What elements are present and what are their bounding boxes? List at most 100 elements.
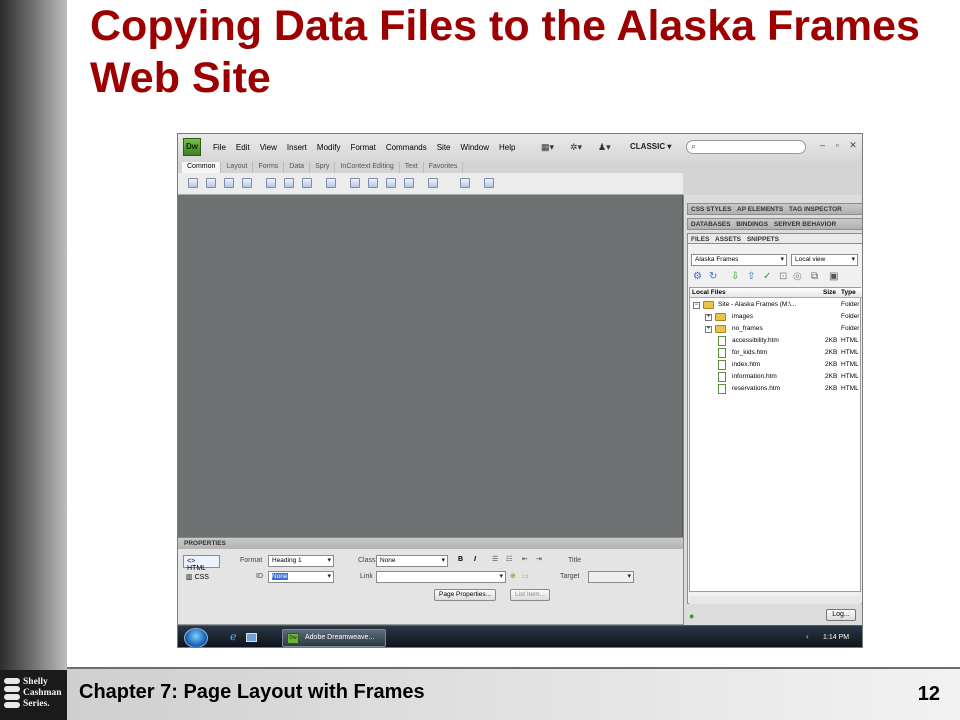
- expand-panel-icon[interactable]: ⧉: [811, 272, 818, 282]
- put-files-icon[interactable]: ⇧: [747, 272, 755, 282]
- workspace-switcher[interactable]: CLASSIC ▾: [630, 142, 671, 151]
- insert-div-icon[interactable]: [284, 178, 294, 188]
- hyperlink-icon[interactable]: [188, 178, 198, 188]
- menu-help[interactable]: Help: [494, 143, 520, 152]
- table-icon[interactable]: [266, 178, 276, 188]
- site-select[interactable]: Alaska Frames ▾: [691, 254, 787, 266]
- file-row-for-kids[interactable]: for_kids.htm 2KB HTML: [690, 347, 862, 359]
- files-horizontal-scrollbar[interactable]: [689, 596, 861, 604]
- file-row-images[interactable]: + images Folder: [690, 311, 862, 323]
- tab-layout[interactable]: Layout: [221, 162, 254, 173]
- email-link-icon[interactable]: [206, 178, 216, 188]
- view-select[interactable]: Local view ▾: [791, 254, 858, 266]
- ordered-list-icon[interactable]: ☷: [506, 555, 512, 563]
- col-size[interactable]: Size: [823, 289, 836, 296]
- check-out-icon[interactable]: ✓: [763, 272, 771, 282]
- tab-files[interactable]: FILES: [691, 236, 709, 243]
- comment-icon[interactable]: [386, 178, 396, 188]
- tab-snippets[interactable]: SNIPPETS: [747, 236, 779, 243]
- named-anchor-icon[interactable]: [224, 178, 234, 188]
- menu-view[interactable]: View: [255, 143, 282, 152]
- gear-icon[interactable]: ✲▾: [570, 142, 582, 153]
- file-row-reservations[interactable]: reservations.htm 2KB HTML: [690, 383, 862, 395]
- help-search-input[interactable]: ⌕: [686, 140, 806, 154]
- file-row-site[interactable]: − Site - Alaska Frames (M:\... Folder: [690, 299, 862, 311]
- menu-format[interactable]: Format: [345, 143, 380, 152]
- horizontal-rule-icon[interactable]: [242, 178, 252, 188]
- date-icon[interactable]: [350, 178, 360, 188]
- tab-server-behavior[interactable]: SERVER BEHAVIOR: [774, 221, 836, 228]
- link-input[interactable]: ▾: [376, 571, 506, 583]
- menu-site[interactable]: Site: [432, 143, 456, 152]
- images-icon[interactable]: [302, 178, 312, 188]
- target-select[interactable]: ▾: [588, 571, 634, 583]
- tab-favorites[interactable]: Favorites: [424, 162, 464, 173]
- col-local-files[interactable]: Local Files: [692, 289, 726, 296]
- tab-databases[interactable]: DATABASES: [691, 221, 730, 228]
- expand-icon[interactable]: +: [705, 326, 712, 333]
- id-select[interactable]: None ▾: [268, 571, 334, 583]
- sync-icon[interactable]: ◎: [793, 272, 802, 282]
- tab-common[interactable]: Common: [182, 162, 222, 173]
- start-button[interactable]: [184, 628, 208, 647]
- internet-explorer-icon[interactable]: ℯ: [230, 632, 237, 643]
- log-button[interactable]: Log...: [826, 609, 856, 621]
- expand-icon[interactable]: +: [705, 314, 712, 321]
- page-properties-button[interactable]: Page Properties...: [434, 589, 497, 601]
- tab-css-styles[interactable]: CSS STYLES: [691, 206, 731, 213]
- site-manager-icon[interactable]: ▣: [829, 272, 838, 282]
- templates-icon[interactable]: [460, 178, 470, 188]
- file-row-information[interactable]: information.htm 2KB HTML: [690, 371, 862, 383]
- file-row-accessibility[interactable]: accessibility.htm 2KB HTML: [690, 335, 862, 347]
- script-icon[interactable]: [428, 178, 438, 188]
- check-in-icon[interactable]: ⊡: [779, 272, 787, 282]
- properties-header[interactable]: PROPERTIES: [178, 537, 683, 549]
- window-controls[interactable]: – ▫ ✕: [820, 140, 861, 151]
- menu-modify[interactable]: Modify: [312, 143, 346, 152]
- tab-data[interactable]: Data: [284, 162, 311, 173]
- unordered-list-icon[interactable]: ☰: [492, 555, 498, 563]
- tab-tag-inspector[interactable]: TAG INSPECTOR: [789, 206, 842, 213]
- user-icon[interactable]: ♟▾: [598, 142, 611, 153]
- taskbar-dreamweaver-button[interactable]: Dw Adobe Dreamweave...: [282, 629, 386, 647]
- italic-button[interactable]: I: [474, 556, 476, 563]
- head-icon[interactable]: [404, 178, 414, 188]
- tray-chevron-icon[interactable]: ‹: [806, 632, 809, 641]
- panel-group-css[interactable]: CSS STYLES AP ELEMENTS TAG INSPECTOR: [687, 203, 862, 215]
- col-type[interactable]: Type: [841, 289, 856, 296]
- browse-folder-icon[interactable]: ▭: [522, 572, 529, 580]
- point-to-file-icon[interactable]: ⊕: [510, 572, 516, 580]
- refresh-icon[interactable]: ↻: [709, 272, 717, 282]
- tab-text[interactable]: Text: [400, 162, 424, 173]
- tag-chooser-icon[interactable]: [484, 178, 494, 188]
- file-row-no-frames[interactable]: + no_frames Folder: [690, 323, 862, 335]
- html-mode-button[interactable]: <> HTML: [183, 555, 220, 572]
- tab-assets[interactable]: ASSETS: [715, 236, 741, 243]
- tab-ap-elements[interactable]: AP ELEMENTS: [737, 206, 783, 213]
- server-side-include-icon[interactable]: [368, 178, 378, 188]
- outdent-icon[interactable]: ⇤: [522, 555, 528, 563]
- media-icon[interactable]: [326, 178, 336, 188]
- connect-icon[interactable]: ⚙: [693, 272, 702, 282]
- menu-window[interactable]: Window: [456, 143, 494, 152]
- tab-incontext-editing[interactable]: InContext Editing: [335, 162, 400, 173]
- list-item-button[interactable]: List Item...: [510, 589, 550, 601]
- css-mode-button[interactable]: ▥ CSS: [183, 571, 220, 584]
- tab-spry[interactable]: Spry: [310, 162, 336, 173]
- system-clock[interactable]: 1:14 PM: [823, 634, 849, 641]
- menu-commands[interactable]: Commands: [381, 143, 432, 152]
- menu-edit[interactable]: Edit: [231, 143, 255, 152]
- indent-icon[interactable]: ⇥: [536, 555, 542, 563]
- get-files-icon[interactable]: ⇩: [731, 272, 739, 282]
- document-window[interactable]: [178, 195, 683, 537]
- menu-file[interactable]: File: [208, 143, 231, 152]
- tab-forms[interactable]: Forms: [253, 162, 285, 173]
- panel-group-databases[interactable]: DATABASES BINDINGS SERVER BEHAVIOR: [687, 218, 862, 230]
- layout-icon[interactable]: ▦▾: [541, 142, 554, 153]
- menu-insert[interactable]: Insert: [282, 143, 312, 152]
- file-row-index[interactable]: index.htm 2KB HTML: [690, 359, 862, 371]
- bold-button[interactable]: B: [458, 556, 463, 563]
- tab-bindings[interactable]: BINDINGS: [736, 221, 768, 228]
- show-desktop-icon[interactable]: [246, 633, 257, 642]
- collapse-icon[interactable]: −: [693, 302, 700, 309]
